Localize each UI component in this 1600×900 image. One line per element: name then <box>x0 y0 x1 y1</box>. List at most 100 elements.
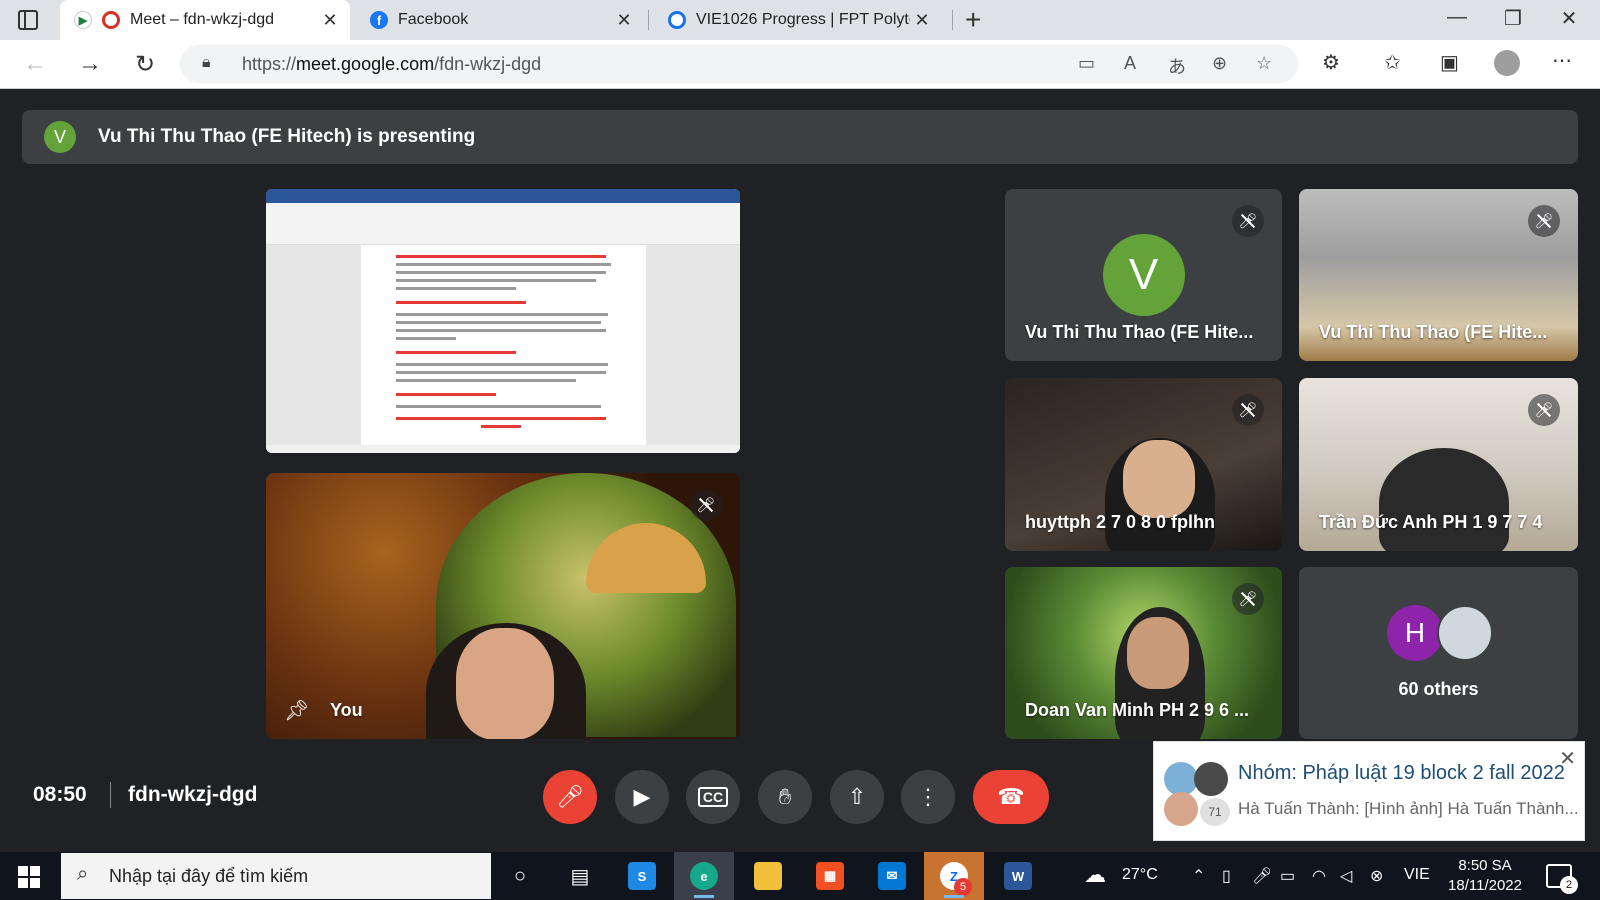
search-icon: ⌕ <box>77 863 89 885</box>
close-tab-icon[interactable]: ✕ <box>612 10 636 31</box>
restore-icon[interactable]: ❐ <box>1490 6 1536 31</box>
address-bar[interactable]: 🔒︎ https://meet.google.com/fdn-wkzj-dgd … <box>180 45 1298 83</box>
mic-off-icon: 🎤︎ <box>1232 394 1264 426</box>
doc-line <box>396 329 606 332</box>
weather-cloud-icon[interactable]: ☁ <box>1084 862 1106 888</box>
doc-line <box>396 379 576 382</box>
volume-icon[interactable]: ◁ <box>1340 866 1352 886</box>
minimize-icon[interactable]: — <box>1434 6 1480 29</box>
battery-icon[interactable]: ▭ <box>1280 866 1295 886</box>
chat-notification[interactable]: ✕ 71 Nhóm: Pháp luật 19 block 2 fall 202… <box>1153 741 1585 841</box>
weather-temp[interactable]: 27°C <box>1122 866 1158 884</box>
others-tile[interactable]: H 60 others <box>1299 567 1578 739</box>
language-indicator[interactable]: VIE <box>1404 866 1430 884</box>
more-options-icon[interactable]: ⋯ <box>1552 48 1572 73</box>
site-icon <box>668 11 686 29</box>
read-aloud-icon[interactable]: A <box>1124 53 1136 74</box>
unikey-icon[interactable]: ⊗ <box>1370 866 1383 886</box>
search-placeholder: Nhập tại đây để tìm kiếm <box>109 866 309 886</box>
url-domain: meet.google.com <box>296 54 435 74</box>
doc-line <box>396 301 526 304</box>
others-avatars: H <box>1387 605 1497 661</box>
member-avatar <box>1164 762 1198 796</box>
show-hidden-icons-icon[interactable]: ⌃ <box>1192 866 1205 886</box>
tab-actions-icon[interactable] <box>18 10 38 30</box>
doc-line <box>396 405 601 408</box>
microsoft-store-icon[interactable]: ▦ <box>800 852 860 900</box>
windows-start-icon[interactable] <box>18 866 40 888</box>
taskbar-search[interactable]: ⌕ Nhập tại đây để tìm kiếm <box>61 853 491 899</box>
new-tab-icon[interactable]: + <box>965 4 981 36</box>
tab-facebook[interactable]: f Facebook ✕ <box>364 0 644 40</box>
favorite-add-icon[interactable]: ☆ <box>1256 53 1272 74</box>
member-count: 71 <box>1200 798 1230 826</box>
zalo-icon[interactable]: Z5 <box>924 852 984 900</box>
tab-strip: ▶ Meet – fdn-wkzj-dgd ✕ f Facebook ✕ VIE… <box>0 0 1600 40</box>
extensions-icon[interactable]: ⚙ <box>1322 50 1340 75</box>
clock[interactable]: 8:50 SA 18/11/2022 <box>1442 856 1528 896</box>
task-view-icon[interactable]: ▤ <box>550 852 610 900</box>
captions-button[interactable]: CC <box>686 770 740 824</box>
more-vert-icon: ⋮ <box>917 784 939 809</box>
favorites-icon[interactable]: ✩ <box>1384 50 1401 75</box>
mail-icon[interactable]: ✉ <box>862 852 922 900</box>
raise-hand-button[interactable]: ✋︎ <box>758 770 812 824</box>
participant-tile[interactable]: 🎤︎ Trần Đức Anh PH 1 9 7 7 4 <box>1299 378 1578 551</box>
file-explorer-icon[interactable] <box>738 852 798 900</box>
presentation-tile[interactable] <box>266 189 740 453</box>
leave-call-button[interactable]: ☎︎ <box>973 770 1049 824</box>
self-video-tile[interactable]: 🎤︎ 📌︎ You <box>266 473 740 739</box>
profile-avatar[interactable] <box>1494 50 1520 76</box>
microphone-tray-icon[interactable]: 🎤︎ <box>1252 866 1272 886</box>
close-tab-icon[interactable]: ✕ <box>318 10 342 31</box>
forward-icon[interactable]: → <box>75 50 105 78</box>
app-icon[interactable]: S <box>612 852 672 900</box>
participant-tile[interactable]: 🎤︎ Vu Thi Thu Thao (FE Hite... <box>1299 189 1578 361</box>
close-tab-icon[interactable]: ✕ <box>910 10 934 31</box>
reload-icon[interactable]: ↻ <box>130 50 160 79</box>
participant-tile[interactable]: 🎤︎ huyttph 2 7 0 8 0 fplhn <box>1005 378 1282 551</box>
participant-tile[interactable]: V 🎤︎ Vu Thi Thu Thao (FE Hite... <box>1005 189 1282 361</box>
back-icon[interactable]: ← <box>20 50 50 78</box>
zoom-icon[interactable]: ⊕ <box>1212 53 1227 74</box>
doc-line <box>396 263 611 266</box>
toggle-camera-button[interactable]: ▶ <box>615 770 669 824</box>
url-path: /fdn-wkzj-dgd <box>434 54 542 74</box>
participant-name: Doan Van Minh PH 2 9 6 ... <box>1025 700 1250 720</box>
toggle-microphone-button[interactable]: 🎤︎ <box>543 770 597 824</box>
presenting-text: Vu Thi Thu Thao (FE Hitech) is presentin… <box>98 126 476 147</box>
google-meet-icon: ▶ <box>74 11 92 29</box>
mic-off-icon: 🎤︎ <box>1232 583 1264 615</box>
word-statusbar <box>266 445 740 453</box>
collections-icon[interactable]: ▣ <box>1440 50 1459 75</box>
more-options-button[interactable]: ⋮ <box>901 770 955 824</box>
doc-line <box>396 363 608 366</box>
word-icon[interactable]: W <box>988 852 1048 900</box>
doc-line <box>396 287 516 290</box>
word-page <box>361 245 646 445</box>
translate-icon[interactable]: あ <box>1168 53 1186 79</box>
participant-avatar: V <box>1102 234 1185 316</box>
camera-in-use-icon[interactable]: ▭ <box>1078 53 1095 74</box>
group-avatar: 71 <box>1164 762 1230 826</box>
participant-tile[interactable]: 🎤︎ Doan Van Minh PH 2 9 6 ... <box>1005 567 1282 739</box>
lock-icon[interactable]: 🔒︎ <box>202 54 211 72</box>
tab-title: Meet – fdn-wkzj-dgd <box>130 11 275 28</box>
presenter-avatar: V <box>44 121 76 153</box>
tab-meet[interactable]: ▶ Meet – fdn-wkzj-dgd ✕ <box>60 0 350 40</box>
action-center-icon[interactable]: 2 <box>1546 864 1578 894</box>
meeting-code: fdn-wkzj-dgd <box>128 783 258 806</box>
others-photo-avatar <box>1437 605 1493 661</box>
tab-progress[interactable]: VIE1026 Progress | FPT Polytechnic ✕ <box>656 0 942 40</box>
url-text[interactable]: https://meet.google.com/fdn-wkzj-dgd <box>242 54 541 75</box>
pin-icon[interactable]: 📌︎ <box>284 698 309 723</box>
close-window-icon[interactable]: ✕ <box>1546 6 1592 31</box>
doc-line <box>396 255 606 258</box>
doc-line <box>396 393 496 396</box>
present-screen-button[interactable]: ⇧ <box>830 770 884 824</box>
wifi-icon[interactable]: ◠ <box>1312 866 1326 886</box>
device-icon[interactable]: ▯ <box>1222 866 1231 886</box>
cortana-icon[interactable]: ○ <box>490 852 550 900</box>
facebook-icon: f <box>370 11 388 29</box>
edge-icon[interactable]: e <box>674 852 734 900</box>
